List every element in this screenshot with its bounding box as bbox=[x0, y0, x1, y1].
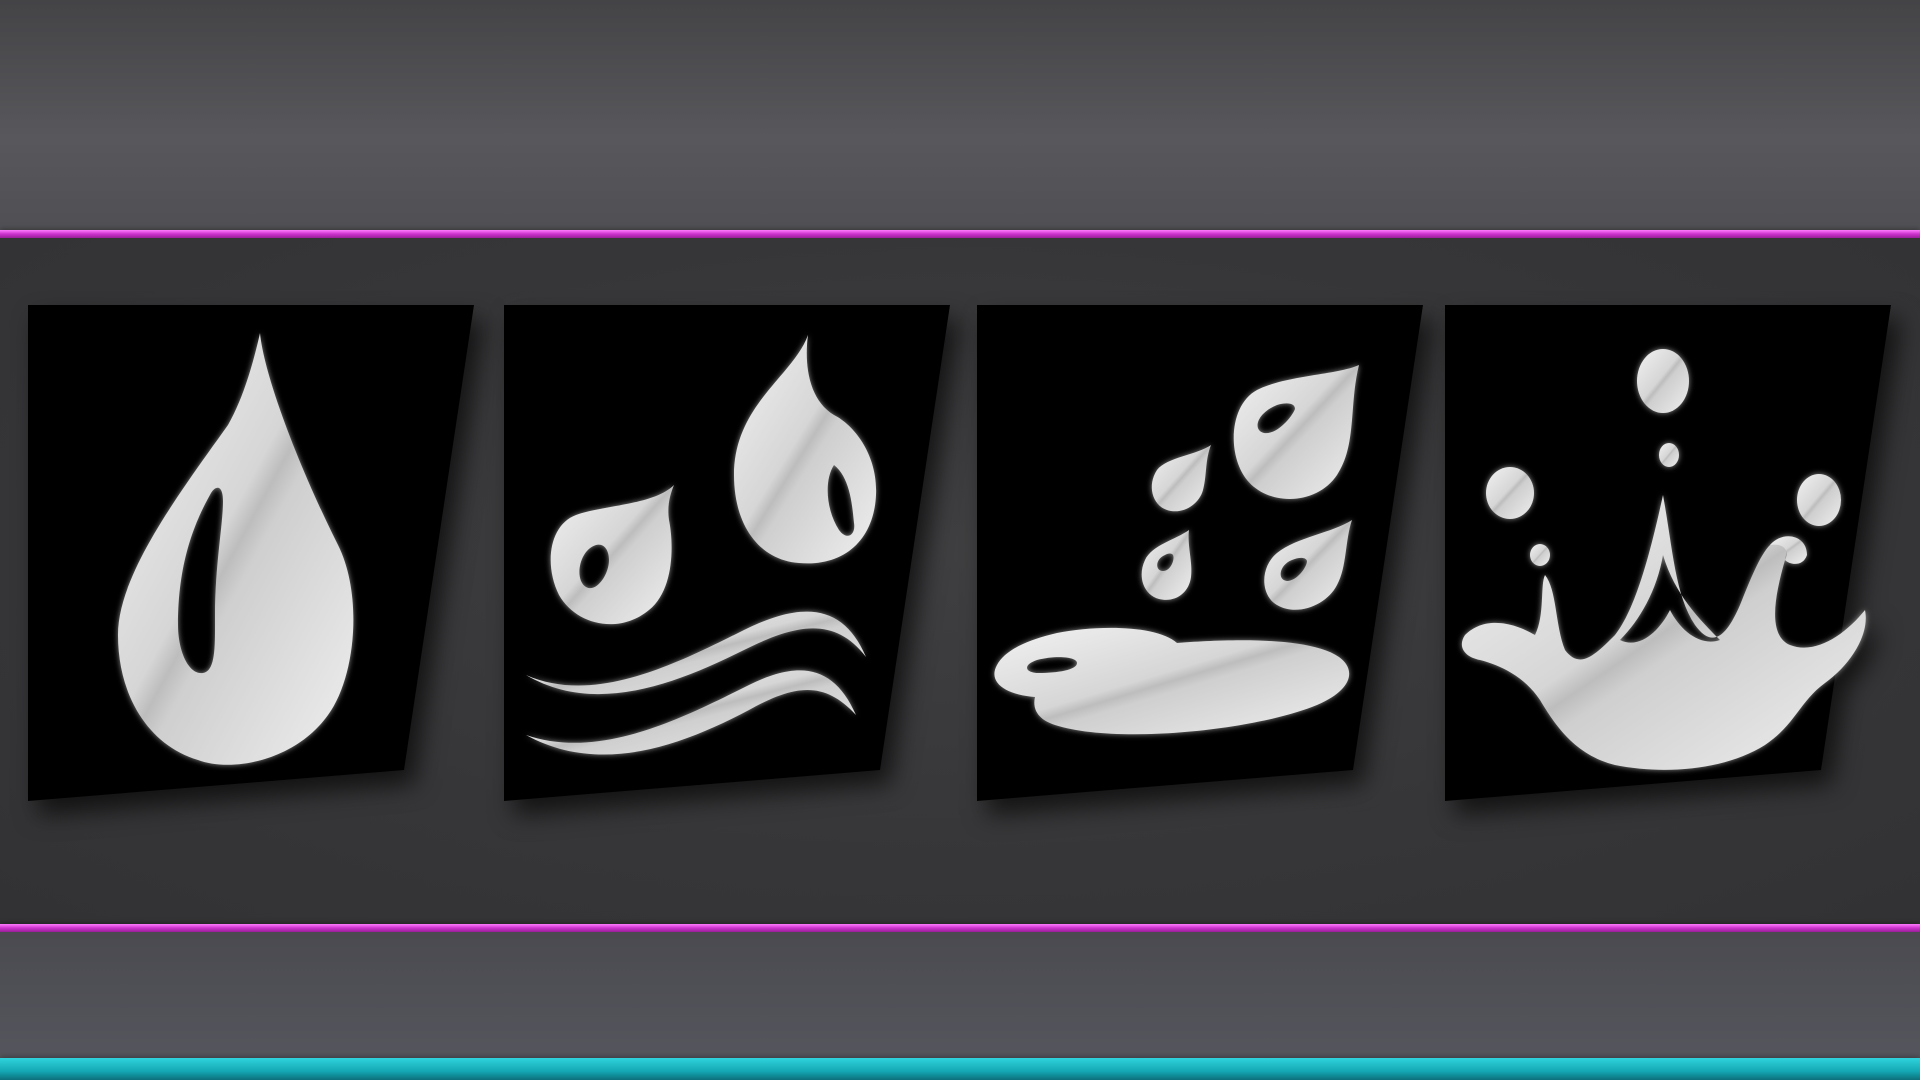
water-drop-tile bbox=[28, 305, 474, 801]
raindrops-puddle-icon bbox=[977, 305, 1423, 801]
drops-and-waves-icon bbox=[504, 305, 950, 801]
top-band bbox=[0, 0, 1920, 230]
bottom-magenta-stripe bbox=[0, 924, 1920, 932]
water-splash-tile bbox=[1445, 305, 1891, 801]
cyan-stripe bbox=[0, 1058, 1920, 1080]
bottom-band bbox=[0, 932, 1920, 1058]
raindrops-puddle-tile bbox=[977, 305, 1423, 801]
water-splash-icon bbox=[1445, 305, 1891, 801]
top-magenta-stripe bbox=[0, 230, 1920, 238]
water-drop-icon bbox=[28, 305, 474, 801]
drops-and-waves-tile bbox=[504, 305, 950, 801]
